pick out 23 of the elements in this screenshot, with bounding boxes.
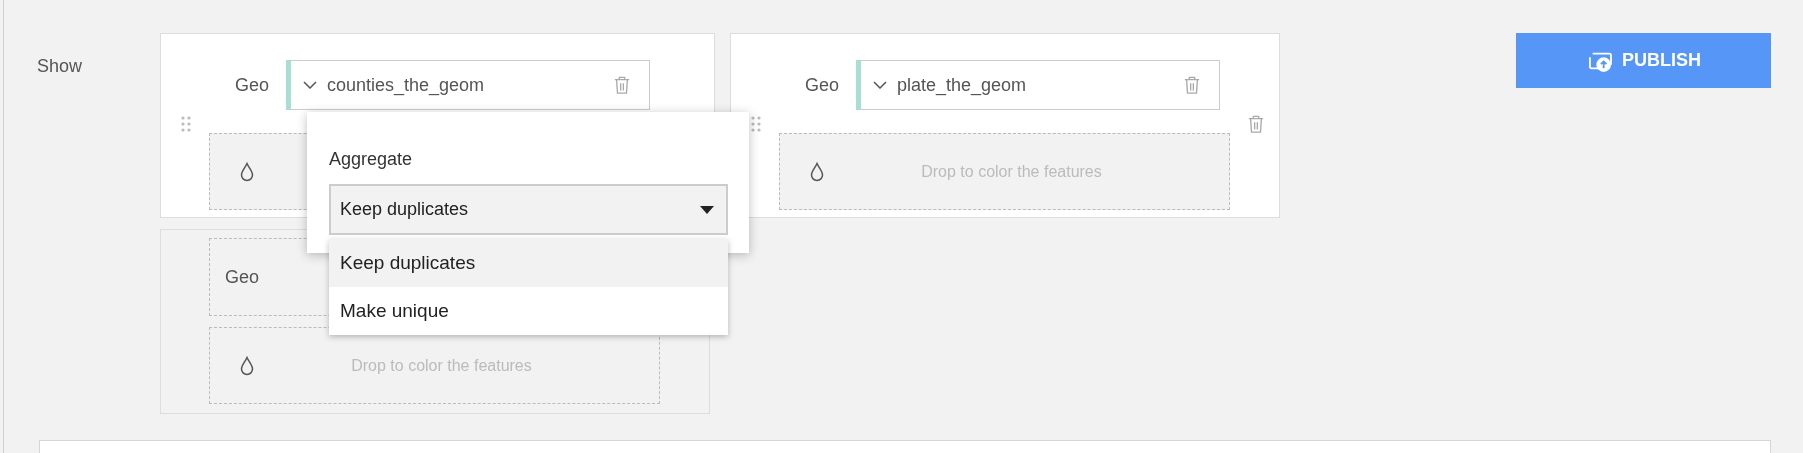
delete-icon[interactable] xyxy=(1183,75,1201,95)
delete-icon[interactable] xyxy=(613,75,631,95)
drag-handle-icon[interactable] xyxy=(751,116,761,132)
drop-icon xyxy=(240,355,254,376)
chevron-icon xyxy=(303,81,317,89)
geo-label: Geo xyxy=(233,73,270,97)
geo-label: Geo xyxy=(803,73,840,97)
aggregate-select[interactable]: Keep duplicates xyxy=(329,184,728,235)
geo-label: Geo xyxy=(225,265,260,289)
drop-icon xyxy=(240,161,254,182)
section-label: Show xyxy=(37,56,83,76)
dropdown-option[interactable]: Keep duplicates xyxy=(329,239,728,287)
geo-column-field[interactable]: counties_the_geom xyxy=(286,60,650,110)
geo-column-name: counties_the_geom xyxy=(327,73,485,98)
drop-icon xyxy=(810,161,824,182)
drag-handle-icon[interactable] xyxy=(181,116,191,132)
dropdown-arrow-icon xyxy=(700,205,714,214)
chevron-icon xyxy=(873,81,887,89)
geo-column-field[interactable]: plate_the_geom xyxy=(856,60,1220,110)
popup-title: Aggregate xyxy=(329,149,413,169)
geo-column-name: plate_the_geom xyxy=(897,73,1027,98)
delete-icon[interactable] xyxy=(1247,114,1265,134)
dropdown-option[interactable]: Make unique xyxy=(329,287,728,335)
